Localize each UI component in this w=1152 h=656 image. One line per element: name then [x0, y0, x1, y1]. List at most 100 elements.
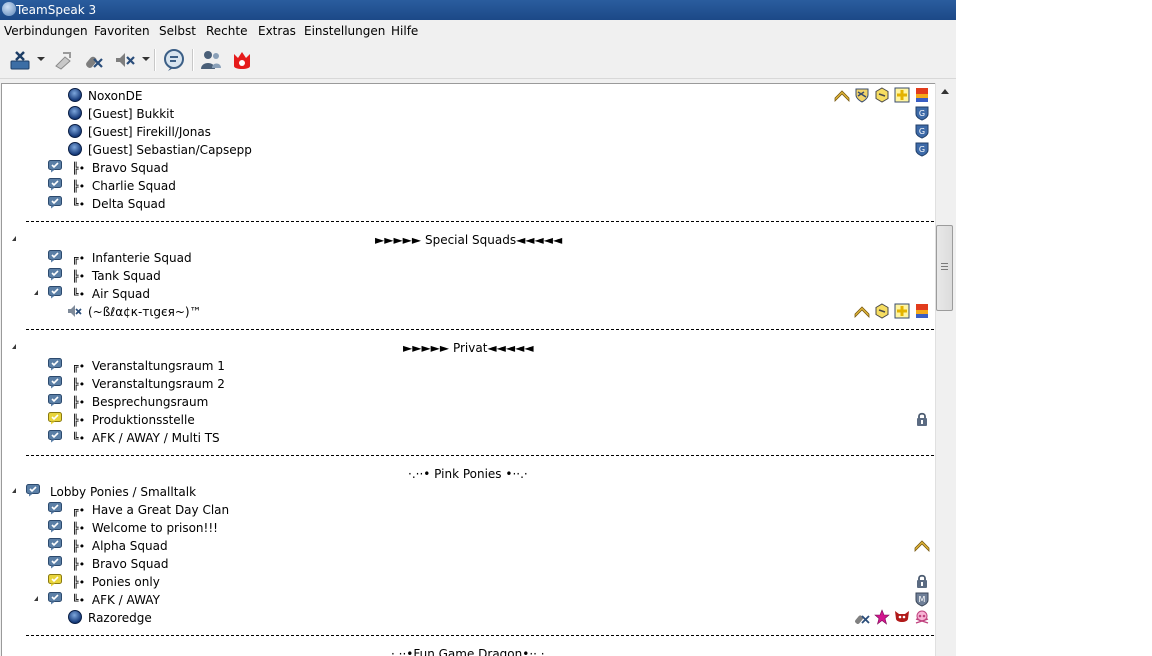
client-nickname: [Guest] Bukkit [88, 107, 175, 121]
speakers-dropdown-arrow-icon[interactable] [142, 57, 150, 61]
channel-row[interactable]: ╚• AFK / AWAY M [2, 590, 935, 608]
client-nickname: [Guest] Firekill/Jonas [88, 125, 211, 139]
collapse-arrow-icon[interactable] [12, 488, 16, 493]
collapse-arrow-icon[interactable] [12, 344, 16, 349]
spacer-channel-label: ·.··• Pink Ponies •··.· [408, 467, 528, 481]
tree-branch-prefix: ╠• [72, 378, 92, 391]
client-row[interactable]: Razoredge [2, 608, 935, 626]
plus-badge-icon [894, 303, 910, 319]
rank-chevron-icon [914, 537, 930, 553]
menu-bar: Verbindungen Favoriten Selbst Rechte Ext… [0, 20, 956, 41]
channel-icon [26, 484, 40, 497]
channel-icon [48, 250, 62, 263]
channel-row[interactable]: ╠• Bravo Squad [2, 158, 935, 176]
channel-icon [48, 592, 62, 605]
client-row[interactable]: (~ßℓα¢к-тιgєя~)™ [2, 302, 935, 320]
client-row[interactable]: [Guest] Bukkit G [2, 104, 935, 122]
mic-muted-icon [854, 609, 870, 625]
channel-gift-icon[interactable] [230, 48, 254, 72]
mute-microphone-icon[interactable] [82, 48, 106, 72]
channel-icon [48, 160, 62, 173]
channel-row[interactable]: ╚• AFK / AWAY / Multi TS [2, 428, 935, 446]
client-row[interactable]: NoxonDE [2, 86, 935, 104]
vertical-scrollbar[interactable] [935, 83, 953, 656]
channel-row[interactable]: ╠• Alpha Squad [2, 536, 935, 554]
client-row[interactable]: [Guest] Sebastian/Capsepp G [2, 140, 935, 158]
spacer-channel[interactable]: ►►►►► Privat◄◄◄◄◄ [2, 338, 935, 356]
channel-name: Tank Squad [91, 269, 161, 283]
rank-chevron-icon [854, 303, 870, 319]
client-nickname: [Guest] Sebastian/Capsepp [88, 143, 252, 157]
spacer-line-divider [26, 455, 934, 456]
teamspeak-window: TeamSpeak 3 Verbindungen Favoriten Selbs… [0, 0, 956, 656]
flag-badge-icon [914, 303, 930, 319]
contacts-icon[interactable] [199, 48, 223, 72]
title-bar: TeamSpeak 3 [0, 0, 956, 20]
guest-badge-icon: G [914, 105, 930, 121]
channel-name: Veranstaltungsraum 1 [91, 359, 225, 373]
channel-row[interactable]: ╚• Air Squad [2, 284, 935, 302]
client-nickname: (~ßℓα¢к-тιgєя~)™ [88, 305, 202, 319]
tree-branch-prefix: ╔• [72, 504, 92, 517]
menu-einstellungen[interactable]: Einstellungen [304, 24, 385, 38]
channel-icon [48, 556, 62, 569]
spacer-channel[interactable]: ►►►►► Special Squads◄◄◄◄◄ [2, 230, 935, 248]
tree-branch-prefix: ╚• [72, 288, 92, 301]
client-status-icon [68, 88, 82, 102]
menu-selbst[interactable]: Selbst [159, 24, 196, 38]
away-status-icon[interactable] [51, 48, 75, 72]
channel-row[interactable]: ╔• Infanterie Squad [2, 248, 935, 266]
hexagon-badge-icon [874, 303, 890, 319]
menu-favoriten[interactable]: Favoriten [94, 24, 150, 38]
menu-verbindungen[interactable]: Verbindungen [4, 24, 88, 38]
tree-branch-prefix: ╚• [72, 432, 92, 445]
client-row[interactable]: [Guest] Firekill/Jonas G [2, 122, 935, 140]
channel-row[interactable]: Lobby Ponies / Smalltalk [2, 482, 935, 500]
client-status-icon [68, 106, 82, 120]
channel-row[interactable]: ╚• Delta Squad [2, 194, 935, 212]
collapse-arrow-icon[interactable] [12, 236, 16, 241]
channel-row[interactable]: ╠• Bravo Squad [2, 554, 935, 572]
channel-tree[interactable]: NoxonDE [Guest] Bukkit G [Guest] Firekill/J… [1, 83, 936, 656]
chat-icon[interactable] [162, 48, 186, 72]
disconnect-icon[interactable] [8, 48, 32, 72]
channel-icon [48, 358, 62, 371]
scroll-up-arrow-icon[interactable] [936, 83, 953, 100]
disconnect-dropdown-arrow-icon[interactable] [37, 57, 45, 61]
channel-name: Veranstaltungsraum 2 [91, 377, 225, 391]
speakers-muted-icon [66, 303, 82, 319]
channel-row[interactable]: ╔• Veranstaltungsraum 1 [2, 356, 935, 374]
channel-row[interactable]: ╠• Produktionsstelle [2, 410, 935, 428]
channel-name: AFK / AWAY / Multi TS [91, 431, 220, 445]
channel-row[interactable]: ╔• Have a Great Day Clan [2, 500, 935, 518]
collapse-arrow-icon[interactable] [34, 596, 38, 601]
channel-row[interactable]: ╠• Welcome to prison!!! [2, 518, 935, 536]
tree-branch-prefix: ╔• [72, 252, 92, 265]
window-title: TeamSpeak 3 [16, 3, 97, 17]
spacer-channel[interactable]: ·.··•Fun Game Dragon•··.· [2, 644, 935, 656]
mute-speakers-icon[interactable] [113, 48, 137, 72]
plus-badge-icon [894, 87, 910, 103]
spacer-line-divider [26, 635, 934, 636]
toolbar-divider [154, 49, 156, 71]
channel-name: Welcome to prison!!! [91, 521, 218, 535]
channel-name: Delta Squad [91, 197, 166, 211]
menu-extras[interactable]: Extras [258, 24, 296, 38]
tree-branch-prefix: ╠• [72, 180, 92, 193]
channel-icon [48, 538, 62, 551]
guest-badge-icon: G [914, 141, 930, 157]
tree-branch-prefix: ╠• [72, 540, 92, 553]
channel-row[interactable]: ╠• Ponies only [2, 572, 935, 590]
menu-rechte[interactable]: Rechte [206, 24, 247, 38]
shield-badge-icon [854, 87, 870, 103]
collapse-arrow-icon[interactable] [34, 290, 38, 295]
channel-row[interactable]: ╠• Tank Squad [2, 266, 935, 284]
channel-icon [48, 502, 62, 515]
menu-hilfe[interactable]: Hilfe [391, 24, 418, 38]
spacer-channel[interactable]: ·.··• Pink Ponies •··.· [2, 464, 935, 482]
channel-row[interactable]: ╠• Veranstaltungsraum 2 [2, 374, 935, 392]
scroll-thumb[interactable] [936, 225, 953, 311]
channel-row[interactable]: ╠• Besprechungsraum [2, 392, 935, 410]
channel-row[interactable]: ╠• Charlie Squad [2, 176, 935, 194]
channel-icon [48, 394, 62, 407]
